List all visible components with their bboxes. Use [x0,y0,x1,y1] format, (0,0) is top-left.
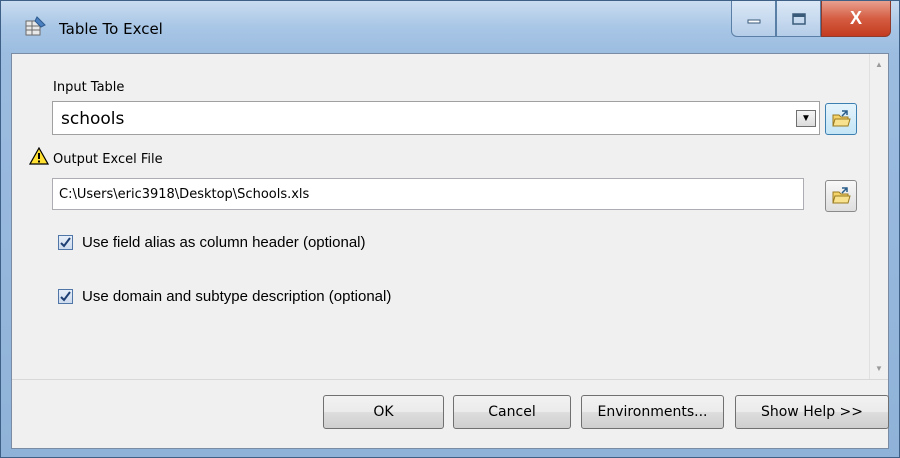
output-excel-browse-button[interactable] [825,180,857,212]
dropdown-arrow-icon[interactable]: ▼ [796,110,816,127]
warning-icon [29,147,49,165]
input-table-combobox[interactable]: schools ▼ [52,101,820,135]
input-table-label: Input Table [53,80,125,95]
vertical-scrollbar[interactable]: ▲ ▼ [869,54,888,379]
close-icon: X [849,8,862,28]
show-help-button[interactable]: Show Help >> [735,395,889,429]
window-title: Table To Excel [59,20,163,38]
open-folder-icon [832,187,851,204]
window-controls: X [731,1,891,37]
dialog-window: Table To Excel X ▲ ▼ Input Table schools… [0,0,900,458]
input-table-browse-button[interactable] [825,103,857,135]
scroll-down-icon[interactable]: ▼ [875,364,883,373]
close-button[interactable]: X [821,1,891,37]
title-bar[interactable]: Table To Excel X [1,1,899,53]
field-alias-label[interactable]: Use field alias as column header (option… [82,234,365,251]
checkmark-icon [60,291,71,302]
checkmark-icon [60,237,71,248]
footer-divider [12,379,888,380]
output-excel-field[interactable]: C:\Users\eric3918\Desktop\Schools.xls [52,178,804,210]
input-table-value: schools [61,109,125,129]
scroll-up-icon[interactable]: ▲ [875,60,883,69]
output-excel-label: Output Excel File [53,152,163,167]
tool-icon [25,16,46,36]
maximize-button[interactable] [776,1,821,37]
domain-subtype-label[interactable]: Use domain and subtype description (opti… [82,288,391,305]
field-alias-checkbox[interactable] [58,235,73,250]
cancel-button[interactable]: Cancel [453,395,571,429]
open-folder-icon [832,110,851,127]
minimize-button[interactable] [731,1,776,37]
maximize-icon [791,12,806,25]
dialog-body: ▲ ▼ Input Table schools ▼ Output Excel F… [11,53,889,449]
output-excel-value: C:\Users\eric3918\Desktop\Schools.xls [59,187,310,202]
domain-subtype-checkbox[interactable] [58,289,73,304]
ok-button[interactable]: OK [323,395,444,429]
minimize-icon [747,19,760,23]
environments-button[interactable]: Environments... [581,395,724,429]
